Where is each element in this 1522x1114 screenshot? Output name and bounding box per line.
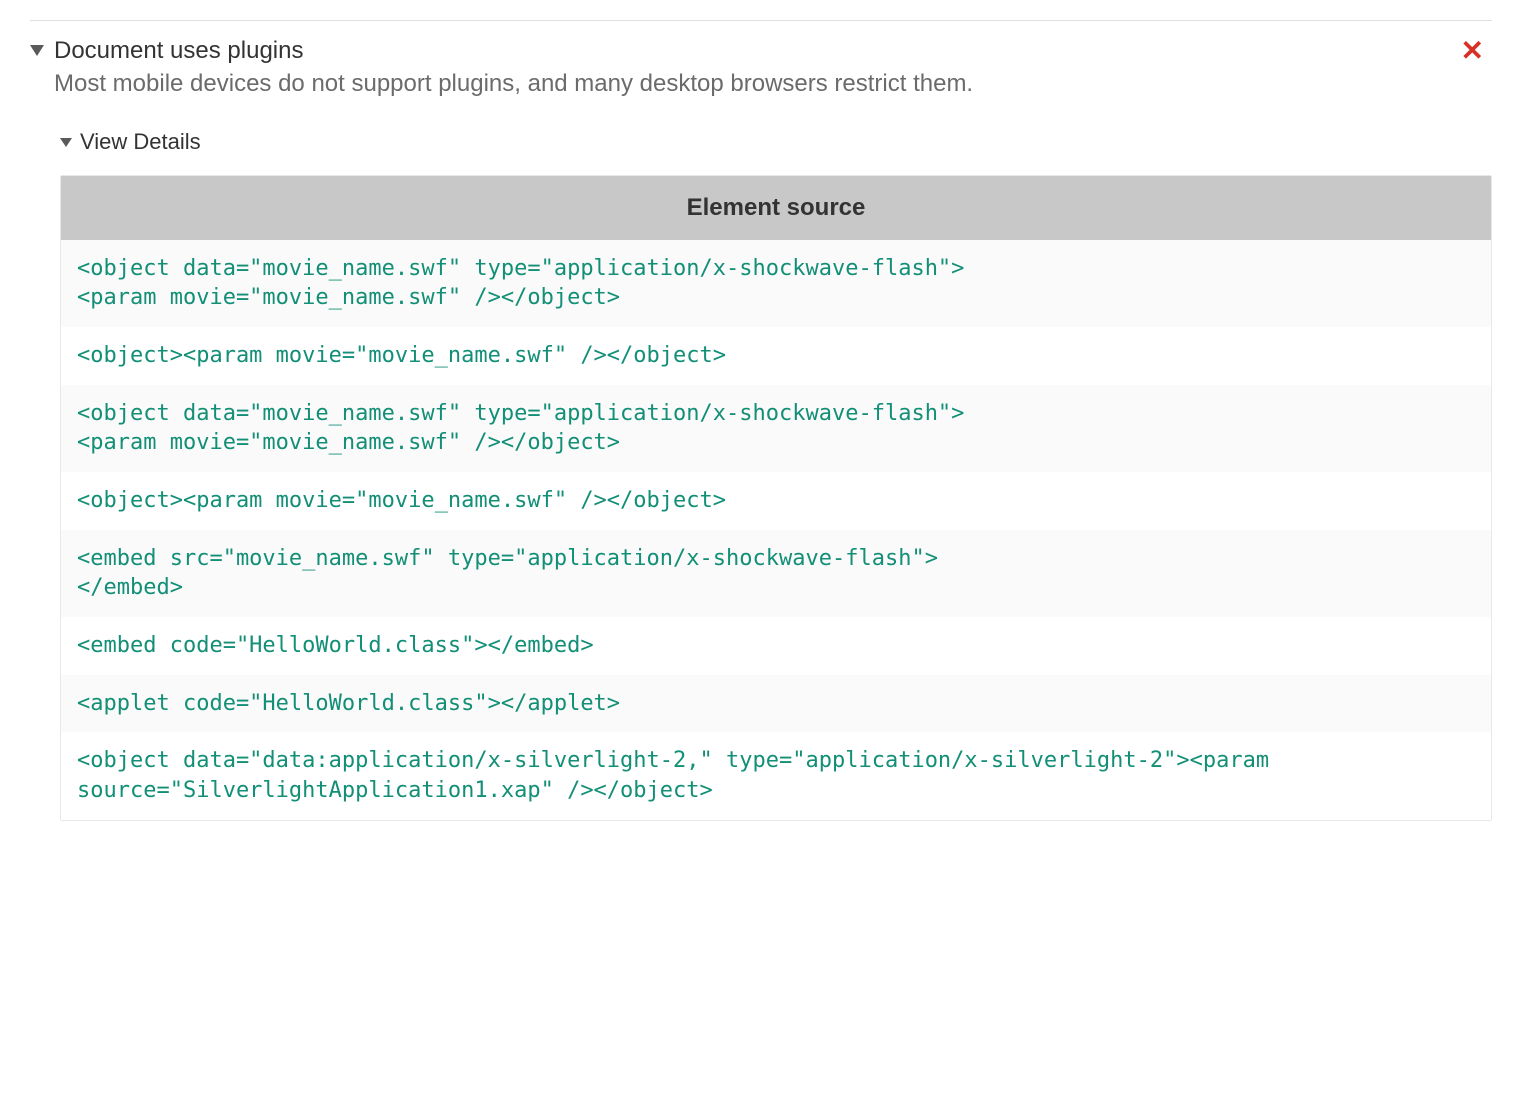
table-row: <object><param movie="movie_name.swf" />… xyxy=(61,327,1491,385)
table-row: <object><param movie="movie_name.swf" />… xyxy=(61,472,1491,530)
fail-icon: ✕ xyxy=(1461,37,1484,65)
table-row: <applet code="HelloWorld.class"></applet… xyxy=(61,675,1491,733)
view-details-toggle[interactable]: View Details xyxy=(60,129,1492,155)
audit-item: ✕ Document uses plugins Most mobile devi… xyxy=(30,20,1492,821)
table-body: <object data="movie_name.swf" type="appl… xyxy=(61,240,1491,820)
audit-description: Most mobile devices do not support plugi… xyxy=(54,68,973,100)
audit-title: Document uses plugins xyxy=(54,35,973,66)
view-details-label: View Details xyxy=(80,129,201,155)
table-row: <embed code="HelloWorld.class"></embed> xyxy=(61,617,1491,675)
table-row: <embed src="movie_name.swf" type="applic… xyxy=(61,530,1491,617)
table-row: <object data="data:application/x-silverl… xyxy=(61,732,1491,819)
table-header: Element source xyxy=(61,176,1491,240)
audit-header-text: Document uses plugins Most mobile device… xyxy=(54,35,973,101)
table-row: <object data="movie_name.swf" type="appl… xyxy=(61,385,1491,472)
details-section: View Details Element source <object data… xyxy=(60,129,1492,821)
chevron-down-icon[interactable] xyxy=(30,45,44,56)
chevron-down-icon[interactable] xyxy=(60,138,72,147)
table-row: <object data="movie_name.swf" type="appl… xyxy=(61,240,1491,327)
audit-header[interactable]: Document uses plugins Most mobile device… xyxy=(30,35,1492,101)
element-source-table: Element source <object data="movie_name.… xyxy=(60,175,1492,821)
